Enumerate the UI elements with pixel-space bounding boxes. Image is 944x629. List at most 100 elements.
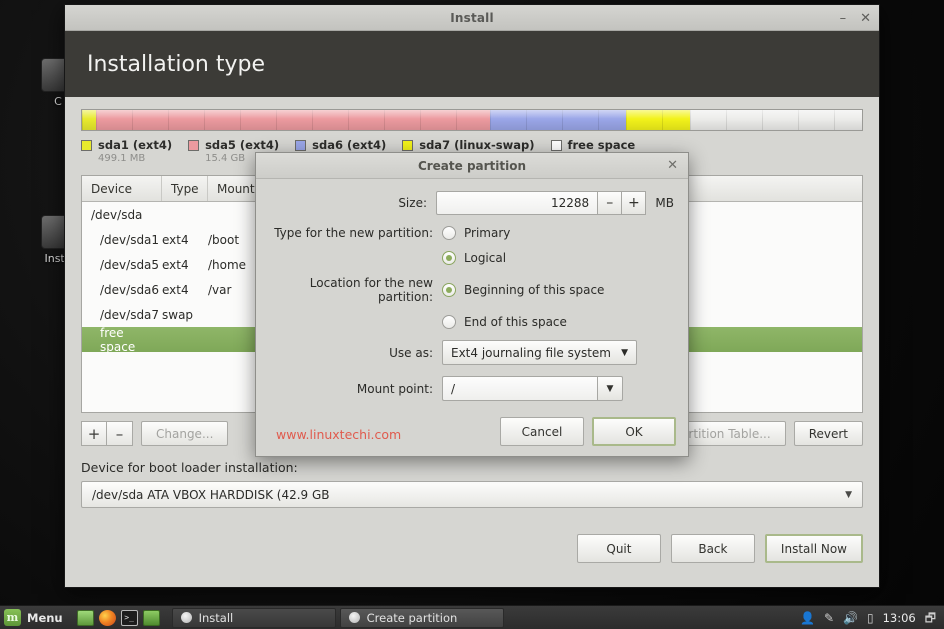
chevron-down-icon: ▼ [845,489,852,500]
firefox-icon[interactable] [98,609,116,626]
legend-swatch-icon [295,140,307,151]
radio-logical-label[interactable]: Logical [464,251,506,265]
taskbar-item-label: Create partition [366,610,458,625]
terminal-icon[interactable]: >_ [120,609,138,626]
radio-end-label[interactable]: End of this space [464,315,567,329]
cell-type: ext4 [162,257,189,272]
show-windows-icon[interactable]: 🗗 [925,612,936,624]
legend-item-free-space: free space [550,138,636,152]
radio-end-icon[interactable] [442,315,456,329]
size-increment-button[interactable]: + [622,191,647,215]
legend-swatch-icon [402,140,414,151]
install-now-button[interactable]: Install Now [764,534,863,563]
quit-button[interactable]: Quit [576,534,661,563]
remove-partition-button[interactable]: – [107,421,133,446]
update-icon[interactable]: ✎ [824,612,834,624]
window-title: Install [450,10,494,25]
create-partition-dialog: Create partition ✕ Size: 12288 – + MB Ty… [255,152,689,457]
legend-size: 499.1 MB [98,153,146,164]
quick-launch-bar: >_ [71,609,166,626]
window-icon [180,612,192,623]
size-label: Size: [398,196,427,210]
radio-primary-label[interactable]: Primary [464,226,510,240]
close-icon[interactable]: ✕ [860,12,871,25]
size-unit-label: MB [655,196,674,210]
mount-point-row: Mount point: / ▼ [270,376,674,401]
column-header-device[interactable]: Device [82,176,162,201]
partition-segment-sda6 [489,110,627,130]
show-desktop-icon[interactable] [76,609,94,626]
partition-location-label: Location for the new partition: [309,276,433,304]
ok-button[interactable]: OK [592,417,676,446]
clock[interactable]: 13:06 [883,611,916,625]
file-manager-icon[interactable] [142,609,160,626]
watermark: www.linuxtechi.com [276,427,402,442]
menu-label: Menu [27,610,63,625]
partition-location-end-row: End of this space [270,315,674,329]
back-button[interactable]: Back [670,534,755,563]
add-partition-button[interactable]: + [81,421,107,446]
size-input[interactable]: 12288 [436,191,599,215]
window-controls: – ✕ [840,5,871,31]
size-decrement-button[interactable]: – [598,191,623,215]
partition-segment-sda7 [626,110,691,130]
legend-item-sda7: sda7 (linux-swap) [402,138,535,152]
radio-logical-icon[interactable] [442,251,456,265]
bootloader-device-select[interactable]: /dev/sda ATA VBOX HARDDISK (42.9 GB ▼ [81,481,863,508]
revert-button[interactable]: Revert [793,421,863,446]
taskbar: m Menu >_ Install Create partition 👤 ✎ 🔊… [0,605,944,629]
minimize-icon[interactable]: – [840,12,847,25]
partition-location-row: Location for the new partition: Beginnin… [270,276,674,304]
legend-label: sda5 (ext4) [205,138,280,152]
cell-device: free space [100,325,136,354]
legend-item-sda1: sda1 (ext4) 499.1 MB [81,138,172,165]
page-title: Installation type [87,51,265,77]
mount-point-label: Mount point: [356,381,433,396]
bootloader-label: Device for boot loader installation: [81,460,298,475]
cell-device: /dev/sda7 [100,307,160,322]
window-titlebar[interactable]: Install – ✕ [65,5,879,31]
legend-label: free space [567,138,636,152]
cell-type: ext4 [162,282,189,297]
taskbar-item-create-partition[interactable]: Create partition [339,607,504,628]
bootloader-device-value: /dev/sda ATA VBOX HARDDISK (42.9 GB [92,487,330,502]
use-as-row: Use as: Ext4 journaling file system ▼ [270,340,674,365]
battery-icon[interactable]: ▯ [867,612,874,624]
dialog-title: Create partition [417,158,527,173]
window-list: Install Create partition [166,607,504,628]
use-as-select[interactable]: Ext4 journaling file system ▼ [442,340,637,365]
column-header-type[interactable]: Type [162,176,208,201]
taskbar-item-install[interactable]: Install [171,607,336,628]
partition-segment-free-space [690,110,862,130]
cancel-button[interactable]: Cancel [500,417,584,446]
dialog-titlebar[interactable]: Create partition ✕ [256,153,688,179]
dialog-body: Size: 12288 – + MB Type for the new part… [256,179,688,401]
dialog-footer: Cancel OK [500,417,676,446]
mount-point-input[interactable]: / [442,376,597,401]
cell-device: /dev/sda6 [100,282,160,297]
close-icon[interactable]: ✕ [667,158,678,173]
legend-swatch-icon [188,140,200,151]
legend-label: sda6 (ext4) [312,138,387,152]
partition-type-logical-row: Logical [270,251,674,265]
chevron-down-icon[interactable]: ▼ [597,376,623,401]
legend-swatch-icon [550,140,562,151]
mint-logo-icon: m [4,609,21,626]
radio-beginning-icon[interactable] [442,283,456,297]
cell-device: /dev/sda1 [100,232,160,247]
chevron-down-icon: ▼ [621,347,628,358]
cell-type: swap [162,307,194,322]
use-as-value: Ext4 journaling file system [451,345,611,360]
partition-segment-sda1 [82,110,97,130]
size-row: Size: 12288 – + MB [270,191,674,215]
partition-type-row: Type for the new partition: Primary [270,226,674,240]
partition-usage-bar [81,109,863,131]
user-icon[interactable]: 👤 [800,612,815,624]
radio-beginning-label[interactable]: Beginning of this space [464,283,604,297]
radio-primary-icon[interactable] [442,226,456,240]
volume-icon[interactable]: 🔊 [843,612,858,624]
taskbar-item-label: Install [198,610,234,625]
menu-button[interactable]: m Menu [0,606,71,629]
change-partition-button[interactable]: Change... [141,421,229,446]
cell-type: ext4 [162,232,189,247]
